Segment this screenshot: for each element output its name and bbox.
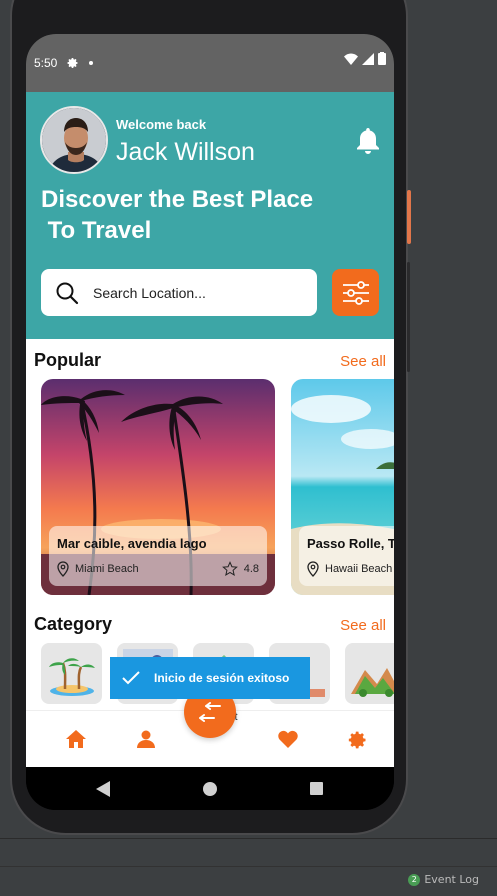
category-see-all[interactable]: See all (340, 617, 386, 634)
welcome-text: Welcome back (116, 117, 207, 132)
notification-dot (89, 61, 94, 65)
status-bar: 5:50 (26, 34, 394, 92)
wifi-icon (344, 53, 358, 65)
gear-icon[interactable] (348, 730, 368, 750)
signal-icon (362, 52, 374, 65)
system-navigation-bar (26, 767, 394, 810)
status-icons (344, 52, 386, 65)
search-placeholder: Search Location... (93, 284, 206, 301)
home-circle-icon[interactable] (203, 782, 217, 796)
popular-card[interactable]: Passo Rolle, TN Hawaii Beach (291, 379, 394, 595)
card-rating: 4.8 (221, 561, 259, 577)
search-icon (56, 282, 79, 304)
bell-icon[interactable] (356, 128, 380, 154)
popular-see-all[interactable]: See all (340, 353, 386, 370)
filter-button[interactable] (332, 269, 379, 316)
card-title: Passo Rolle, TN (307, 536, 394, 551)
header-panel: Welcome back Jack Willson Discover the B… (26, 92, 394, 339)
app-content: Welcome back Jack Willson Discover the B… (26, 92, 394, 767)
ide-toolbar-strip (0, 838, 497, 866)
card-title: Mar caible, avendia lago (57, 536, 207, 551)
popular-card[interactable]: Mar caible, avendia lago Miami Beach 4.8 (41, 379, 275, 595)
hills-icon (350, 667, 394, 697)
card-info-panel: Passo Rolle, TN Hawaii Beach (299, 526, 394, 586)
card-location-text: Hawaii Beach (325, 563, 393, 575)
event-log-label: Event Log (424, 873, 479, 886)
volume-button[interactable] (407, 262, 410, 372)
battery-icon (378, 52, 386, 65)
status-time: 5:50 (34, 56, 58, 70)
phone-screen: 5:50 Welcome back Jack Willson Discover … (26, 34, 394, 810)
star-icon (221, 561, 238, 576)
location-pin-icon (307, 561, 319, 577)
arrow-back-icon (199, 702, 221, 722)
recents-icon[interactable] (310, 782, 323, 795)
card-location: Hawaii Beach (307, 561, 392, 577)
card-location: Miami Beach (57, 561, 139, 577)
search-input[interactable]: Search Location... (41, 269, 317, 316)
check-icon (122, 671, 140, 685)
event-count-badge: 2 (408, 873, 421, 886)
category-item-hills[interactable] (345, 643, 394, 704)
home-icon[interactable] (66, 730, 86, 748)
back-icon[interactable] (96, 781, 110, 797)
power-button[interactable] (407, 190, 411, 244)
user-name: Jack Willson (116, 138, 255, 166)
category-title: Category (34, 614, 113, 634)
card-rating-value: 4.8 (243, 563, 259, 575)
heart-icon[interactable] (278, 730, 298, 748)
filter-icon (342, 280, 369, 305)
card-info-panel: Mar caible, avendia lago Miami Beach 4.8 (49, 526, 267, 586)
avatar-image (42, 108, 106, 172)
toast-message: Inicio de sesión exitoso (154, 671, 290, 685)
login-success-toast: Inicio de sesión exitoso (110, 657, 310, 699)
palm-island-icon (48, 657, 95, 696)
card-location-text: Miami Beach (75, 563, 139, 575)
settings-icon (67, 58, 78, 68)
headline: Discover the Best Place To Travel (41, 186, 314, 244)
location-pin-icon (57, 561, 69, 577)
avatar[interactable] (40, 106, 108, 174)
event-log-button[interactable]: 2 Event Log (408, 873, 479, 886)
category-item-beach[interactable] (41, 643, 102, 704)
profile-icon[interactable] (137, 730, 155, 748)
popular-title: Popular (34, 350, 102, 370)
